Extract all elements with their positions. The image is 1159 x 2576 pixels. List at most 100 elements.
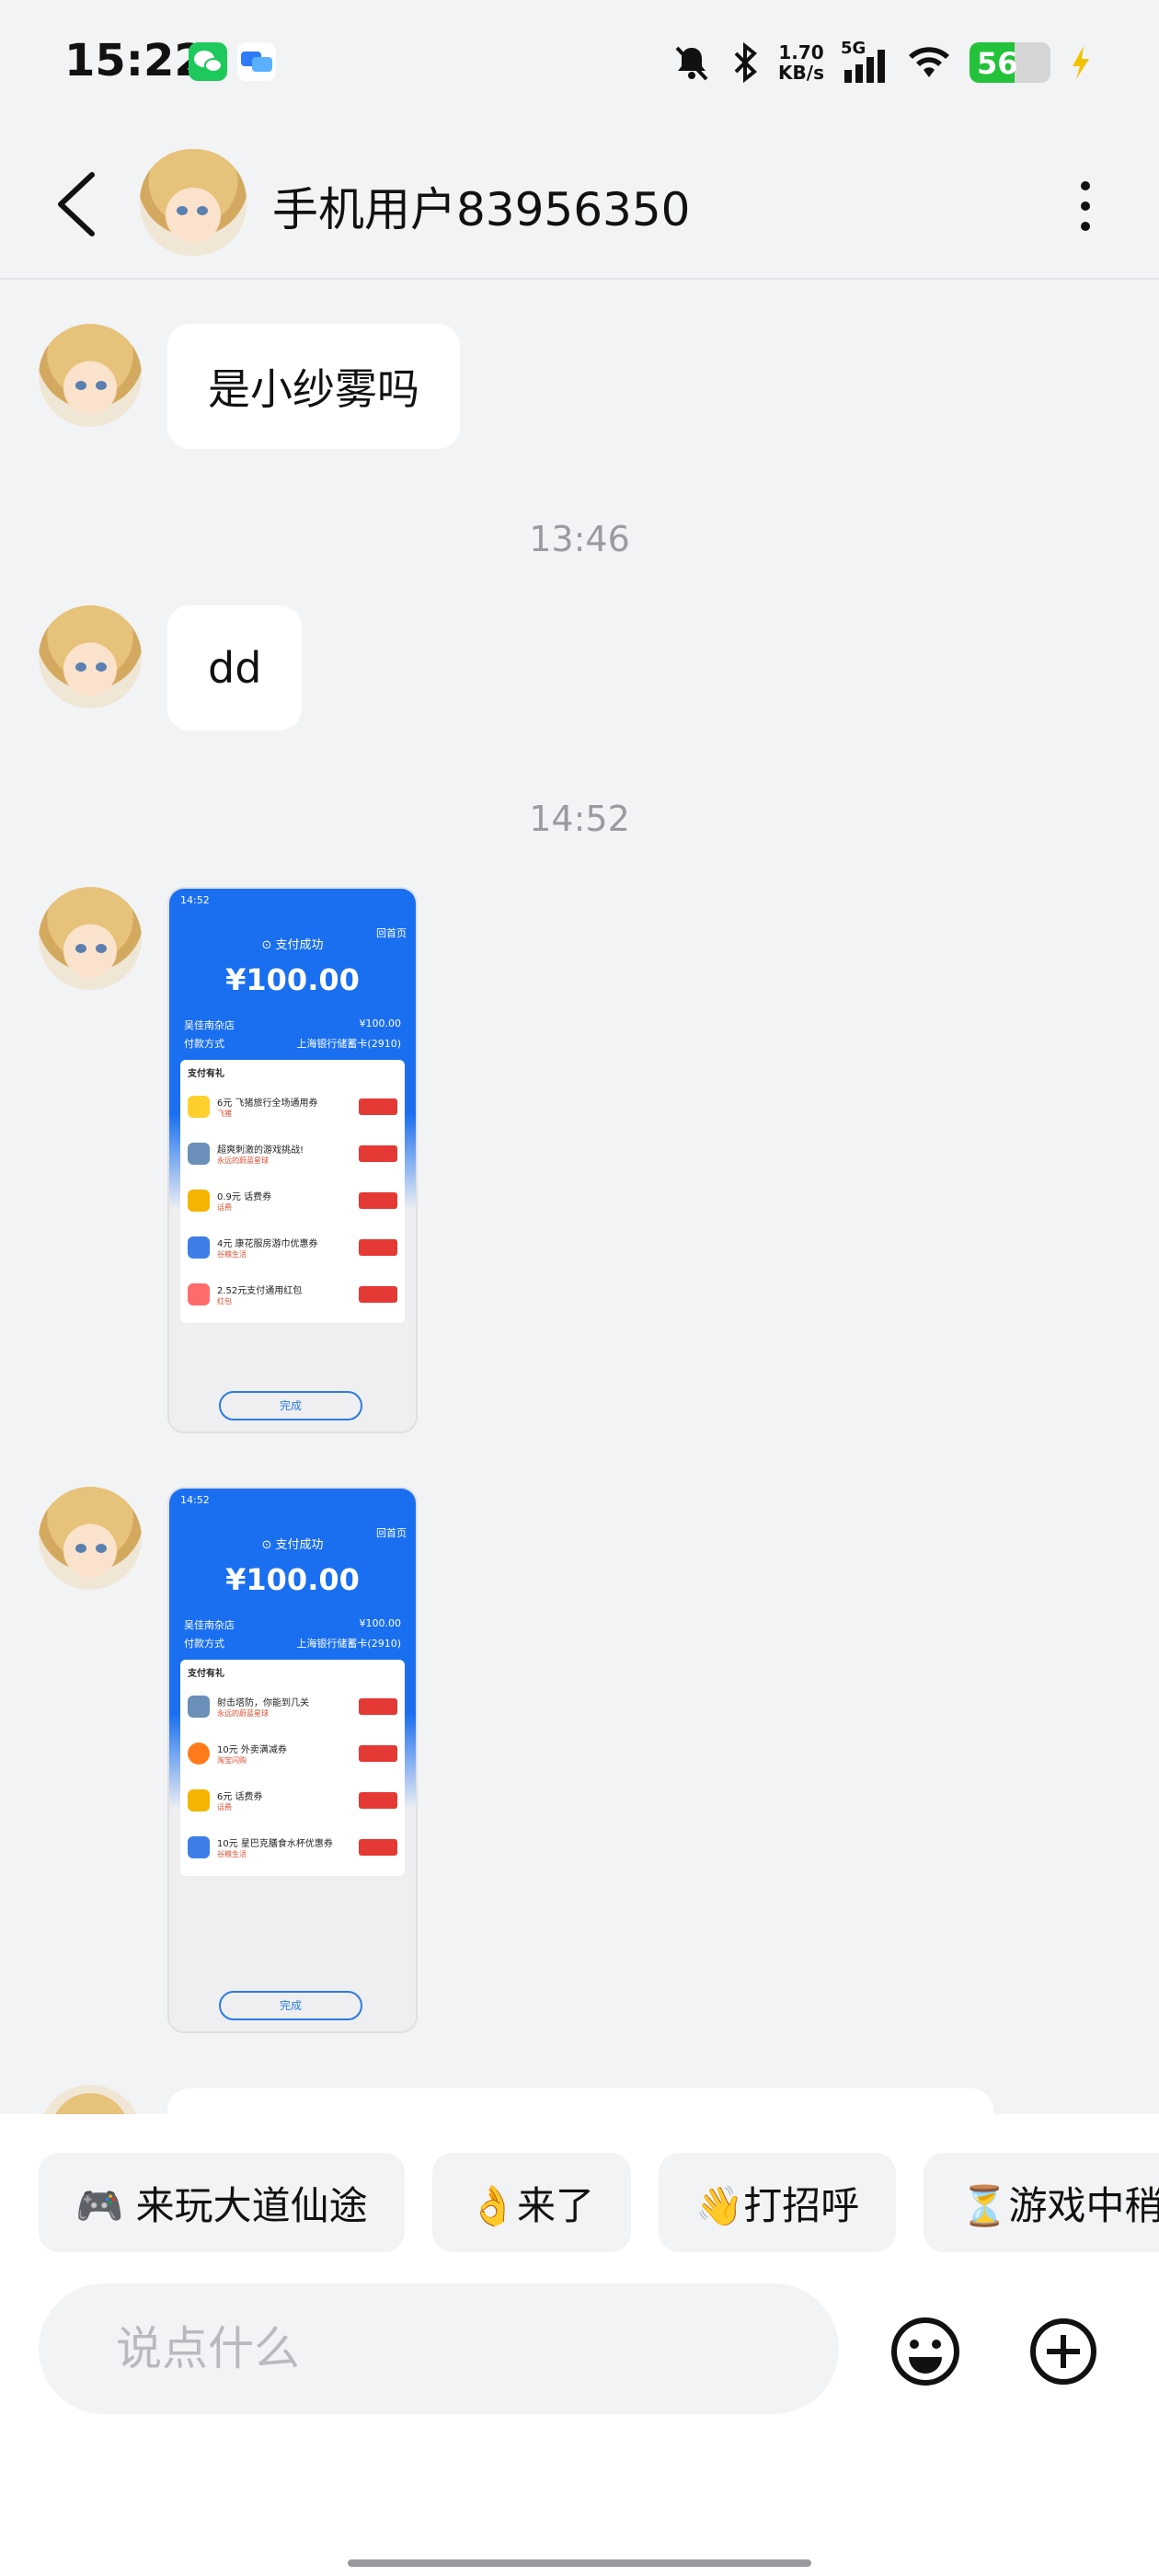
quick-reply-chip[interactable]: 👌来了 <box>431 2153 631 2252</box>
merchant-label: 吴佳南杂店 <box>184 1619 235 1631</box>
reward-sub: 谷粮生活 <box>217 1249 247 1259</box>
reward-title: 0.9元 话费券 <box>217 1191 272 1202</box>
emoji-button[interactable] <box>889 2315 962 2388</box>
battery-level: 56 <box>977 46 1018 81</box>
reward-item: 超爽刺激的游戏挑战! 永远的蔚蓝星球 <box>188 1130 397 1177</box>
rewards-card: 支付有礼 射击塔防，你能到几关 永远的蔚蓝星球 10元 外卖满减券 淘宝闪购 6元 … <box>180 1660 405 1876</box>
reward-icon <box>188 1695 210 1718</box>
image-message[interactable]: 14:52 ⊙ 支付成功 回首页 ¥100.00 吴佳南杂店 ¥100.00 付… <box>167 1487 418 2033</box>
reward-item: 0.9元 话费券 话费 <box>188 1177 397 1224</box>
reward-item: 6元 飞猪旅行全场通用券 飞猪 <box>188 1083 397 1130</box>
contact-name[interactable]: 手机用户83956350 <box>272 173 691 239</box>
message-input-box[interactable] <box>39 2283 839 2414</box>
avatar-eye <box>96 944 107 953</box>
payment-amount: ¥100.00 <box>225 1562 360 1597</box>
reward-icon <box>188 1142 210 1165</box>
merchant-row: 吴佳南杂店 ¥100.00 <box>184 1617 401 1632</box>
reward-icon <box>188 1095 210 1118</box>
reward-button <box>359 1239 397 1256</box>
screenshot-status-time: 14:52 <box>180 1494 210 1506</box>
merchant-value: ¥100.00 <box>359 1018 402 1029</box>
rewards-card: 支付有礼 6元 飞猪旅行全场通用券 飞猪 超爽刺激的游戏挑战! 永远的蔚蓝星球 0.… <box>180 1060 405 1323</box>
wifi-icon <box>909 47 949 77</box>
smiley-icon <box>891 2317 959 2386</box>
bluetooth-icon <box>734 42 758 83</box>
reward-button <box>359 1745 397 1762</box>
message-input[interactable] <box>39 2283 839 2414</box>
reward-sub: 话费 <box>217 1202 232 1212</box>
merchant-row: 吴佳南杂店 ¥100.00 <box>184 1018 401 1032</box>
reward-icon <box>188 1189 210 1212</box>
reward-sub: 话费 <box>217 1802 232 1811</box>
avatar-eye <box>96 381 107 390</box>
sender-avatar[interactable] <box>39 1487 142 1590</box>
reward-item: 射击塔防，你能到几关 永远的蔚蓝星球 <box>188 1683 397 1730</box>
avatar-eye <box>96 662 107 672</box>
payment-method-label: 付款方式 <box>184 1038 224 1050</box>
sender-avatar[interactable] <box>39 887 142 990</box>
reward-title: 10元 星巴克膳食水杯优惠券 <box>217 1838 333 1849</box>
message-app-icon <box>237 42 276 81</box>
reward-title: 射击塔防，你能到几关 <box>217 1697 309 1708</box>
battery-icon: 56 <box>970 42 1050 83</box>
message-bubble[interactable]: 是小纱雾吗 <box>167 324 460 449</box>
reward-button <box>359 1839 397 1856</box>
contact-avatar[interactable] <box>140 149 247 256</box>
reward-sub: 谷粮生活 <box>217 1849 247 1858</box>
reward-button <box>359 1192 397 1209</box>
message-text: 是小纱雾吗 <box>208 364 419 414</box>
sender-avatar[interactable] <box>39 324 142 427</box>
back-button[interactable] <box>48 166 112 243</box>
chat-header: 手机用户83956350 <box>0 129 1159 280</box>
home-link: 回首页 <box>376 1527 407 1539</box>
reward-icon <box>188 1742 210 1765</box>
reward-button <box>359 1098 397 1115</box>
rewards-title: 支付有礼 <box>188 1669 224 1679</box>
payment-method-label: 付款方式 <box>184 1638 224 1650</box>
quick-reply-chip[interactable]: 🎮 来玩大道仙途 <box>39 2153 405 2252</box>
payment-method-row: 付款方式 上海银行储蓄卡(2910) <box>184 1036 401 1051</box>
avatar-eye <box>75 662 86 672</box>
reward-sub: 红包 <box>217 1296 232 1305</box>
network-type: 5G <box>841 39 866 58</box>
more-options-button[interactable] <box>1067 169 1104 243</box>
reward-icon <box>188 1282 210 1305</box>
charging-icon <box>1073 46 1089 79</box>
message-bubble[interactable]: dd <box>167 605 303 730</box>
sender-avatar[interactable] <box>39 605 142 708</box>
reward-title: 2.52元支付通用红包 <box>217 1285 303 1296</box>
done-button-preview: 完成 <box>219 1391 362 1420</box>
home-indicator[interactable] <box>348 2559 811 2567</box>
quick-reply-row: 🎮 来玩大道仙途 👌来了 👋打招呼 ⏳游戏中稍 <box>39 2153 1159 2252</box>
screenshot-status-time: 14:52 <box>180 894 210 906</box>
reward-title: 10元 外卖满减券 <box>217 1744 287 1755</box>
reward-sub: 永远的蔚蓝星球 <box>217 1156 269 1165</box>
reward-title: 6元 话费券 <box>217 1791 263 1802</box>
quick-reply-chip[interactable]: 👋打招呼 <box>658 2153 897 2252</box>
rewards-title: 支付有礼 <box>188 1069 224 1079</box>
payment-method-value: 上海银行储蓄卡(2910) <box>296 1638 401 1650</box>
quick-reply-chip[interactable]: ⏳游戏中稍 <box>924 2153 1159 2252</box>
reward-icon <box>188 1236 210 1259</box>
home-link: 回首页 <box>376 927 407 939</box>
message-text: dd <box>208 643 262 693</box>
signal-icon: 5G <box>841 39 889 85</box>
reward-item: 6元 话费券 话费 <box>188 1777 397 1823</box>
reward-sub: 淘宝闪购 <box>217 1755 247 1765</box>
status-bar: 15:22 1.70 KB/s 5G 56 <box>0 0 1159 120</box>
more-actions-button[interactable] <box>1027 2315 1100 2388</box>
reward-button <box>359 1145 397 1162</box>
payment-method-value: 上海银行储蓄卡(2910) <box>296 1038 401 1050</box>
plus-circle-icon <box>1030 2318 1096 2385</box>
reward-title: 超爽刺激的游戏挑战! <box>217 1144 304 1156</box>
speed-value: 1.70 <box>778 41 824 63</box>
image-message[interactable]: 14:52 ⊙ 支付成功 回首页 ¥100.00 吴佳南杂店 ¥100.00 付… <box>167 887 418 1433</box>
reward-sub: 飞猪 <box>217 1109 232 1118</box>
reward-button <box>359 1792 397 1809</box>
reward-button <box>359 1286 397 1303</box>
reward-title: 6元 飞猪旅行全场通用券 <box>217 1098 318 1109</box>
mute-bell-icon <box>675 46 708 81</box>
composer-area: 🎮 来玩大道仙途 👌来了 👋打招呼 ⏳游戏中稍 <box>0 2114 1159 2576</box>
avatar-eye <box>177 206 188 215</box>
avatar-eye <box>75 1544 86 1553</box>
